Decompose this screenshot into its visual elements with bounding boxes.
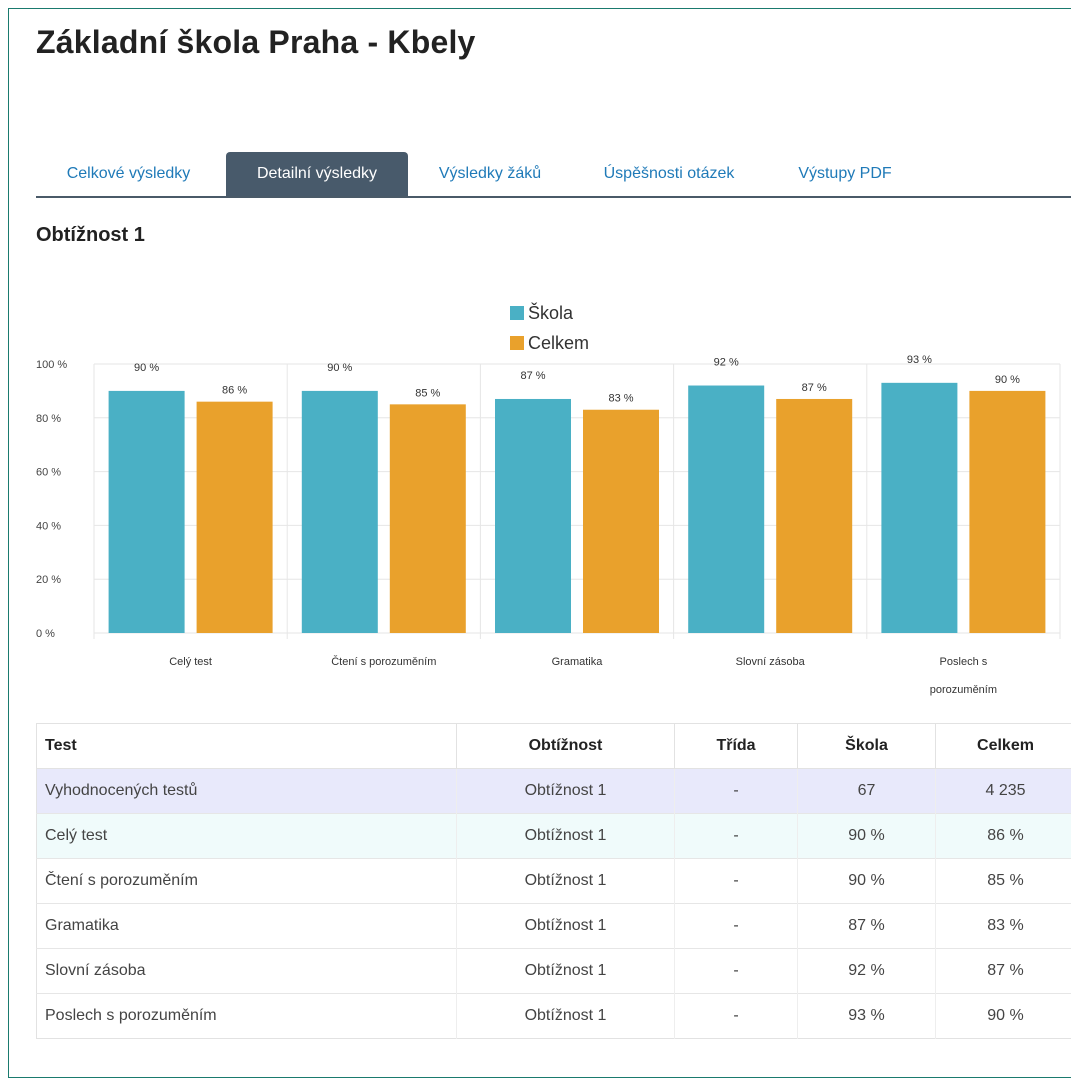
table-header-row: Test Obtížnost Třída Škola Celkem	[37, 724, 1071, 769]
cell-trida: -	[675, 949, 798, 994]
data-label: 90 %	[995, 374, 1020, 386]
y-tick-label: 20 %	[36, 574, 61, 586]
bar-celkem	[969, 391, 1045, 633]
data-label: 92 %	[714, 357, 739, 369]
column-header-obtiznost: Obtížnost	[457, 724, 675, 769]
cell-skola: 92 %	[798, 949, 936, 994]
bar-skola	[302, 391, 378, 633]
cell-skola: 90 %	[798, 814, 936, 859]
cell-celkem: 86 %	[936, 814, 1071, 859]
cell-skola: 93 %	[798, 994, 936, 1039]
cell-celkem: 90 %	[936, 994, 1071, 1039]
cell-obtiznost: Obtížnost 1	[457, 814, 675, 859]
cell-test: Poslech s porozuměním	[37, 994, 457, 1039]
data-label: 87 %	[802, 382, 827, 394]
results-table: Test Obtížnost Třída Škola Celkem Vyhodn…	[36, 723, 1071, 1039]
bar-celkem	[776, 399, 852, 633]
data-label: 83 %	[608, 393, 633, 405]
cell-trida: -	[675, 994, 798, 1039]
table-row: Poslech s porozuměním Obtížnost 1 - 93 %…	[37, 994, 1071, 1039]
data-label: 90 %	[327, 362, 352, 374]
x-tick-label: porozuměním	[930, 684, 997, 696]
bar-skola	[688, 386, 764, 633]
cell-test: Vyhodnocených testů	[37, 769, 457, 814]
cell-trida: -	[675, 904, 798, 949]
y-tick-label: 40 %	[36, 520, 61, 532]
x-tick-label: Poslech s	[940, 656, 988, 668]
data-label: 87 %	[520, 370, 545, 382]
bar-celkem	[390, 404, 466, 633]
cell-trida: -	[675, 814, 798, 859]
table-row: Gramatika Obtížnost 1 - 87 % 83 %	[37, 904, 1071, 949]
cell-obtiznost: Obtížnost 1	[457, 904, 675, 949]
cell-skola: 90 %	[798, 859, 936, 904]
cell-obtiznost: Obtížnost 1	[457, 994, 675, 1039]
bar-celkem	[583, 410, 659, 633]
cell-trida: -	[675, 859, 798, 904]
cell-skola: 67	[798, 769, 936, 814]
cell-obtiznost: Obtížnost 1	[457, 859, 675, 904]
cell-trida: -	[675, 769, 798, 814]
table-row: Celý test Obtížnost 1 - 90 % 86 %	[37, 814, 1071, 859]
y-tick-label: 80 %	[36, 413, 61, 425]
x-tick-label: Slovní zásoba	[736, 656, 806, 668]
cell-test: Gramatika	[37, 904, 457, 949]
y-tick-label: 100 %	[36, 359, 67, 371]
bar-celkem	[197, 402, 273, 633]
table-row: Slovní zásoba Obtížnost 1 - 92 % 87 %	[37, 949, 1071, 994]
bar-skola	[881, 383, 957, 633]
column-header-skola: Škola	[798, 724, 936, 769]
y-tick-label: 60 %	[36, 467, 61, 479]
cell-celkem: 83 %	[936, 904, 1071, 949]
x-tick-label: Celý test	[169, 656, 212, 668]
bar-chart: 0 % 20 % 40 % 60 % 80 % 100 % 90 % 86 % Celý tes…	[0, 0, 1071, 720]
data-label: 93 %	[907, 354, 932, 366]
cell-test: Čtení s porozuměním	[37, 859, 457, 904]
table-row: Vyhodnocených testů Obtížnost 1 - 67 4 2…	[37, 769, 1071, 814]
bar-skola	[495, 399, 571, 633]
cell-obtiznost: Obtížnost 1	[457, 769, 675, 814]
column-header-celkem: Celkem	[936, 724, 1071, 769]
data-label: 86 %	[222, 385, 247, 397]
column-header-trida: Třída	[675, 724, 798, 769]
x-tick-label: Gramatika	[552, 656, 604, 668]
cell-test: Slovní zásoba	[37, 949, 457, 994]
data-label: 85 %	[415, 387, 440, 399]
cell-celkem: 85 %	[936, 859, 1071, 904]
data-label: 90 %	[134, 362, 159, 374]
column-header-test: Test	[37, 724, 457, 769]
table-row: Čtení s porozuměním Obtížnost 1 - 90 % 8…	[37, 859, 1071, 904]
bar-skola	[109, 391, 185, 633]
y-tick-label: 0 %	[36, 628, 55, 640]
cell-skola: 87 %	[798, 904, 936, 949]
cell-test: Celý test	[37, 814, 457, 859]
x-tick-label: Čtení s porozuměním	[331, 655, 436, 668]
cell-obtiznost: Obtížnost 1	[457, 949, 675, 994]
cell-celkem: 87 %	[936, 949, 1071, 994]
cell-celkem: 4 235	[936, 769, 1071, 814]
